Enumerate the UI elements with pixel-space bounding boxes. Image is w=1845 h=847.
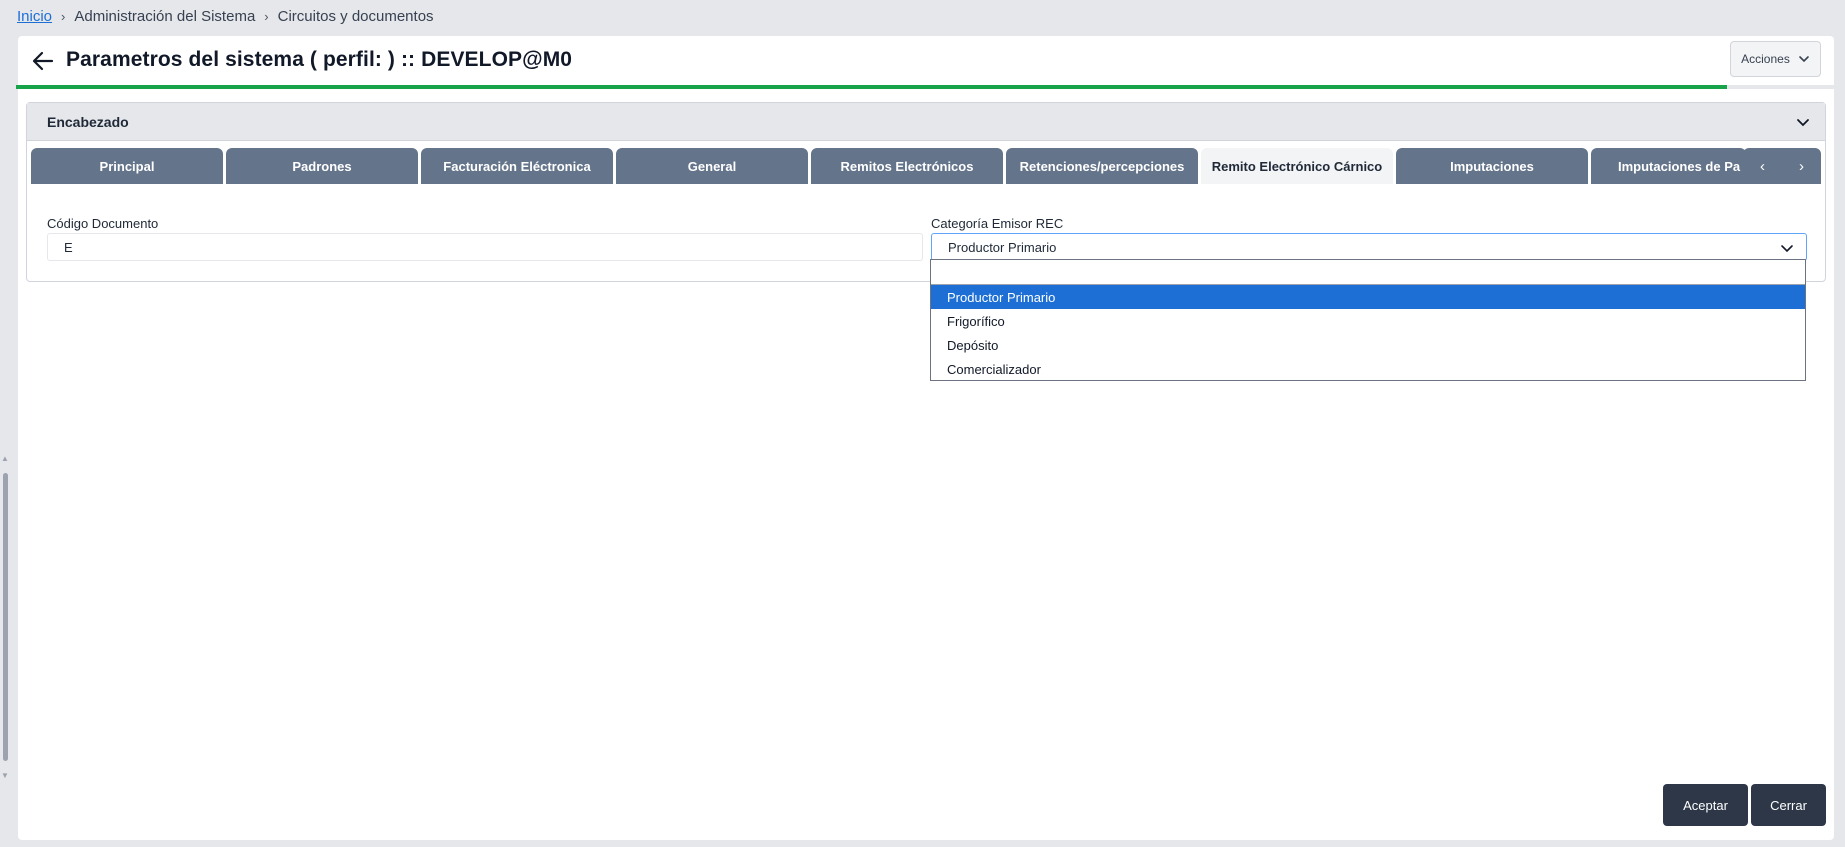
actions-label: Acciones	[1741, 52, 1790, 66]
tab-general[interactable]: General	[616, 148, 808, 184]
tab-facturacion-electronica[interactable]: Facturación Eléctronica	[421, 148, 613, 184]
dropdown-option-deposito[interactable]: Depósito	[931, 333, 1805, 357]
accept-button[interactable]: Aceptar	[1663, 784, 1748, 826]
tab-padrones[interactable]: Padrones	[226, 148, 418, 184]
tab-prev-icon[interactable]: ‹	[1743, 148, 1782, 184]
scrollbar-thumb[interactable]	[3, 473, 8, 761]
tab-imputaciones[interactable]: Imputaciones	[1396, 148, 1588, 184]
breadcrumb-separator: ›	[61, 8, 66, 24]
breadcrumb-item-circuitos: Circuitos y documentos	[277, 7, 434, 25]
breadcrumb: Inicio › Administración del Sistema › Ci…	[17, 7, 434, 25]
page-title: Parametros del sistema ( perfil: ) :: DE…	[66, 48, 573, 71]
page-scrollbar[interactable]: ▲ ▼	[0, 455, 10, 780]
codigo-documento-input[interactable]: E	[47, 233, 923, 261]
card-header: Parametros del sistema ( perfil: ) :: DE…	[18, 36, 1834, 86]
section-title: Encabezado	[47, 113, 129, 130]
tab-remitos-electronicos[interactable]: Remitos Electrónicos	[811, 148, 1003, 184]
codigo-documento-label: Código Documento	[47, 216, 159, 231]
dropdown-option-comercializador[interactable]: Comercializador	[931, 357, 1805, 381]
breadcrumb-home-link[interactable]: Inicio	[17, 8, 52, 25]
chevron-down-icon	[1799, 56, 1809, 63]
scroll-up-icon[interactable]: ▲	[1, 455, 9, 463]
section-header[interactable]: Encabezado	[27, 103, 1825, 141]
tab-principal[interactable]: Principal	[31, 148, 223, 184]
close-button[interactable]: Cerrar	[1751, 784, 1826, 826]
categoria-emisor-select[interactable]: Productor Primario	[931, 233, 1807, 261]
dropdown-option-productor-primario[interactable]: Productor Primario	[931, 285, 1805, 309]
tab-retenciones-percepciones[interactable]: Retenciones/percepciones	[1006, 148, 1198, 184]
actions-button[interactable]: Acciones	[1730, 41, 1821, 77]
categoria-emisor-label: Categoría Emisor REC	[931, 216, 1064, 231]
tab-scroll-controls: ‹ ›	[1743, 148, 1821, 184]
breadcrumb-item-admin[interactable]: Administración del Sistema	[74, 8, 255, 25]
tab-imputaciones-de-pagos[interactable]: Imputaciones de Pa	[1591, 148, 1746, 184]
tab-remito-electronico-carnico[interactable]: Remito Electrónico Cárnico	[1201, 148, 1393, 184]
tab-bar: Principal Padrones Facturación Eléctroni…	[31, 148, 1821, 184]
scroll-down-icon[interactable]: ▼	[1, 772, 9, 780]
chevron-down-icon	[1781, 245, 1793, 253]
back-arrow-icon[interactable]	[30, 48, 56, 74]
categoria-emisor-value: Productor Primario	[948, 239, 1057, 255]
progress-fill	[16, 85, 1727, 89]
categoria-dropdown: Productor Primario Frigorífico Depósito …	[930, 259, 1806, 381]
breadcrumb-separator: ›	[264, 8, 269, 24]
encabezado-section: Encabezado Principal Padrones Facturació…	[26, 102, 1826, 282]
main-card: Parametros del sistema ( perfil: ) :: DE…	[16, 36, 1836, 840]
progress-bar	[16, 85, 1836, 89]
dropdown-option-frigorifico[interactable]: Frigorífico	[931, 309, 1805, 333]
dropdown-search-input[interactable]	[931, 260, 1805, 285]
chevron-down-icon[interactable]	[1795, 114, 1811, 130]
tab-next-icon[interactable]: ›	[1782, 148, 1821, 184]
